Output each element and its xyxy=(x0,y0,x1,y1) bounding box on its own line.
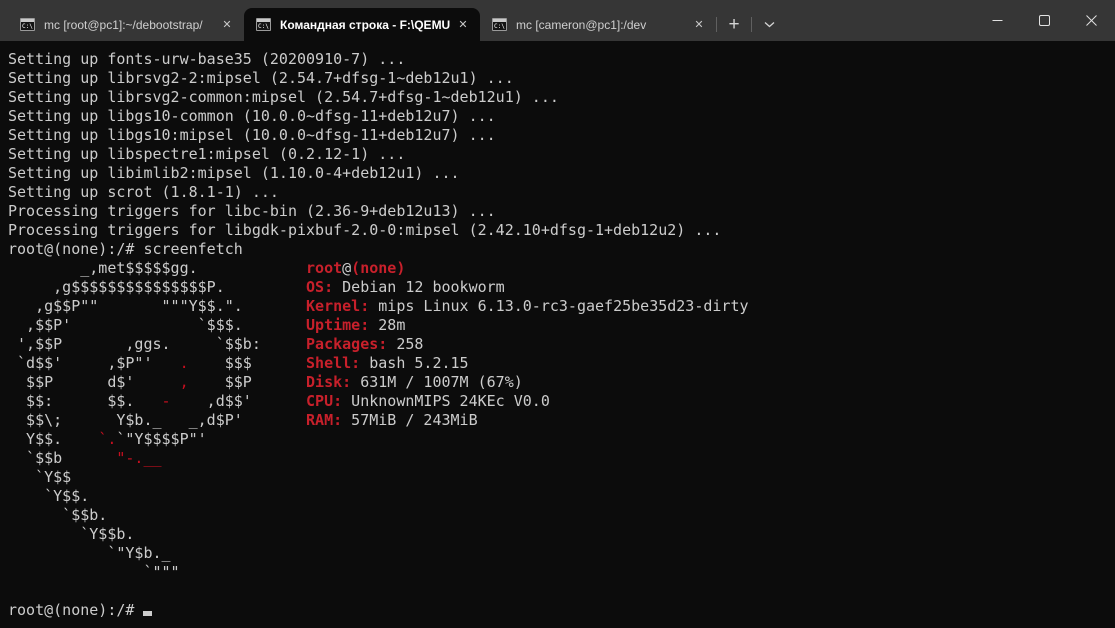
terminal-line: `$$b "-.__ xyxy=(8,449,162,467)
tab-dropdown-button[interactable] xyxy=(752,11,786,39)
terminal-line: Setting up librsvg2-2:mipsel (2.54.7+dfs… xyxy=(8,69,514,87)
terminal-line: `Y$$ xyxy=(8,468,72,486)
terminal-line: `"Y$b._ xyxy=(8,544,171,562)
terminal-line: ',$$P ,ggs. `$$b: Packages: 258 xyxy=(8,335,424,353)
plus-icon: + xyxy=(728,14,740,35)
tab-title: Командная строка - F:\QEMU xyxy=(280,17,451,32)
terminal-line: root@(none):/# xyxy=(8,601,1107,620)
minimize-button[interactable] xyxy=(974,0,1021,41)
terminal-line: $$P d$' , $$P Disk: 631M / 1007M (67%) xyxy=(8,373,523,391)
terminal-line: Y$$. `.`"Y$$$$P"' xyxy=(8,430,207,448)
terminal-line: $$: $$. - ,d$$' CPU: UnknownMIPS 24KEc V… xyxy=(8,392,550,410)
cmd-icon: C:\ xyxy=(492,18,507,31)
tab-bar: C:\ mc [root@pc1]:~/debootstrap/ ✕ C:\ К… xyxy=(0,0,1115,41)
terminal-line: Setting up libgs10:mipsel (10.0.0~dfsg-1… xyxy=(8,126,496,144)
terminal-line: ,$$P' `$$$. Uptime: 28m xyxy=(8,316,406,334)
terminal-content[interactable]: Setting up fonts-urw-base35 (20200910-7)… xyxy=(0,41,1115,628)
chevron-down-icon xyxy=(764,22,774,28)
tab-mc-root-debootstrap[interactable]: C:\ mc [root@pc1]:~/debootstrap/ ✕ xyxy=(8,8,244,41)
terminal-line: Setting up scrot (1.8.1-1) ... xyxy=(8,183,279,201)
minimize-icon xyxy=(992,20,1003,21)
terminal-line: Setting up fonts-urw-base35 (20200910-7)… xyxy=(8,50,406,68)
terminal-cursor xyxy=(143,611,153,616)
tab-cmd-qemu[interactable]: C:\ Командная строка - F:\QEMU ✕ xyxy=(244,8,480,41)
tab-close-icon[interactable]: ✕ xyxy=(688,14,710,36)
terminal-line: Setting up libimlib2:mipsel (1.10.0-4+de… xyxy=(8,164,460,182)
cmd-icon: C:\ xyxy=(20,18,35,31)
cmd-icon: C:\ xyxy=(256,18,271,31)
tab-title: mc [root@pc1]:~/debootstrap/ xyxy=(44,17,203,32)
terminal-line: `$$b. xyxy=(8,506,108,524)
terminal-line: ,g$$P"" """Y$$.". Kernel: mips Linux 6.1… xyxy=(8,297,749,315)
terminal-line: `d$$' ,$P"' . $$$ Shell: bash 5.2.15 xyxy=(8,354,469,372)
terminal-line: `""" xyxy=(8,563,180,581)
close-button[interactable] xyxy=(1068,0,1115,41)
terminal-line: `Y$$b. xyxy=(8,525,135,543)
terminal-window: C:\ mc [root@pc1]:~/debootstrap/ ✕ C:\ К… xyxy=(0,0,1115,628)
terminal-line: _,met$$$$$gg. root@(none) xyxy=(8,259,406,277)
terminal-line: Setting up libgs10-common (10.0.0~dfsg-1… xyxy=(8,107,496,125)
tab-close-icon[interactable]: ✕ xyxy=(452,14,474,36)
maximize-button[interactable] xyxy=(1021,0,1068,41)
maximize-icon xyxy=(1039,15,1050,26)
tab-title: mc [cameron@pc1]:/dev xyxy=(516,17,647,32)
terminal-line: `Y$$. xyxy=(8,487,90,505)
terminal-line: Setting up libspectre1:mipsel (0.2.12-1)… xyxy=(8,145,406,163)
terminal-line: root@(none):/# screenfetch xyxy=(8,240,243,258)
new-tab-button[interactable]: + xyxy=(717,11,751,39)
terminal-line: $$\; Y$b._ _,d$P' RAM: 57MiB / 243MiB xyxy=(8,411,478,429)
terminal-line: Setting up librsvg2-common:mipsel (2.54.… xyxy=(8,88,559,106)
terminal-line: Processing triggers for libgdk-pixbuf-2.… xyxy=(8,221,722,239)
tab-mc-cameron-dev[interactable]: C:\ mc [cameron@pc1]:/dev ✕ xyxy=(480,8,716,41)
tab-close-icon[interactable]: ✕ xyxy=(216,14,238,36)
terminal-line: Processing triggers for libc-bin (2.36-9… xyxy=(8,202,496,220)
close-icon xyxy=(1086,15,1097,26)
terminal-line: ,g$$$$$$$$$$$$$$$P. OS: Debian 12 bookwo… xyxy=(8,278,505,296)
window-controls xyxy=(974,0,1115,41)
